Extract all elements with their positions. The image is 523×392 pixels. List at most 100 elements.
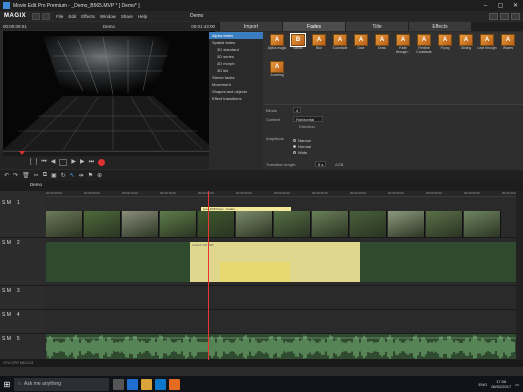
track-flags[interactable]: S M <box>2 240 11 246</box>
video-clip-thumbnail[interactable] <box>84 211 121 237</box>
fade-thumbnail[interactable]: A Fade through... <box>392 34 414 59</box>
copy-icon[interactable]: ⧉ <box>43 172 47 179</box>
scrub-marker[interactable] <box>19 151 25 155</box>
tray-clock[interactable]: 17:06 08/02/2017 <box>491 379 511 389</box>
fade-category-item[interactable]: Spatial fades <box>209 39 263 46</box>
timeline-tab[interactable]: Demo <box>30 182 42 187</box>
layout-button-1[interactable] <box>489 12 498 20</box>
menu-effects[interactable]: Effects <box>81 14 95 19</box>
fade-thumbnail[interactable]: A Colorfade <box>329 34 351 59</box>
taskbar-search[interactable]: ○ Ask me anything <box>14 377 109 391</box>
magix-app-icon[interactable] <box>169 378 180 390</box>
trim-icon[interactable]: ⇹ <box>79 172 84 179</box>
store-icon[interactable] <box>155 378 166 390</box>
marker-icon[interactable]: ⚑ <box>88 172 93 179</box>
playhead[interactable] <box>208 191 209 360</box>
fade-category-item[interactable]: Movement <box>209 81 263 88</box>
video-clip-thumbnail[interactable] <box>464 211 501 237</box>
cut-icon[interactable]: ✂ <box>34 172 39 179</box>
video-clip-thumbnail[interactable] <box>426 211 463 237</box>
fade-thumbnail[interactable]: A Gliding <box>455 34 477 59</box>
save-project-button[interactable] <box>42 12 51 20</box>
video-clip-thumbnail[interactable] <box>122 211 159 237</box>
tab-fades[interactable]: Fades <box>283 22 345 31</box>
menu-share[interactable]: Share <box>121 14 133 19</box>
menu-window[interactable]: Window <box>100 14 116 19</box>
stop-button[interactable] <box>59 158 68 166</box>
video-clip-thumbnail[interactable] <box>350 211 387 237</box>
paste-icon[interactable]: ▣ <box>51 172 57 179</box>
maximize-button[interactable]: ▢ <box>493 0 508 11</box>
fade-category-item[interactable]: 3D standard <box>209 46 263 53</box>
fade-thumbnail[interactable]: A Zooming <box>266 61 288 86</box>
menu-file[interactable]: File <box>56 14 63 19</box>
windows-start-icon[interactable]: ⊞ <box>0 376 14 392</box>
fade-category-item[interactable]: Stereo fades <box>209 74 263 81</box>
video-clip-thumbnail[interactable] <box>274 211 311 237</box>
radio-wide[interactable]: Wide <box>293 150 307 155</box>
track-flags[interactable]: S M <box>2 288 11 294</box>
fade-category-item[interactable]: Shapes and objects <box>209 88 263 95</box>
mouse-mode-icon[interactable]: ↖ <box>70 172 75 179</box>
duration-field[interactable]: 5 s <box>315 161 327 167</box>
timeline-track[interactable] <box>46 334 516 360</box>
tab-import[interactable]: Import <box>220 22 282 31</box>
track-header[interactable]: S M 2 <box>0 238 46 286</box>
audio-waveform[interactable] <box>46 334 516 360</box>
delete-icon[interactable]: 🗑 <box>22 172 30 179</box>
notifications-icon[interactable]: ▭ <box>515 382 519 387</box>
play-icon[interactable]: ▶ <box>71 158 76 166</box>
prev-frame-icon[interactable]: ◀ <box>51 158 56 166</box>
clip-selection-bar[interactable]: pres 3/68 fr/sec - Fade1 <box>201 207 291 211</box>
tray-lang[interactable]: ENG <box>479 382 488 387</box>
fade-thumbnail[interactable]: A Flying <box>434 34 456 59</box>
video-clip-thumbnail[interactable] <box>198 211 235 237</box>
close-button[interactable]: ✕ <box>508 0 523 11</box>
redo-icon[interactable]: ↷ <box>13 172 18 179</box>
timeline-track[interactable] <box>46 286 516 310</box>
video-preview[interactable] <box>3 31 215 150</box>
fade-category-item[interactable]: Effect transitions <box>209 95 263 102</box>
timeline-track[interactable] <box>46 310 516 334</box>
fade-thumbnail[interactable]: A Draw <box>371 34 393 59</box>
file-explorer-icon[interactable] <box>141 378 152 390</box>
timeline-ruler[interactable]: 00:00:00:00 00:00:05:00 00:00:10:00 00:00:1… <box>46 191 518 197</box>
timeline-track[interactable]: pres 3/68 fr/sec - Fade1 <box>46 198 516 238</box>
track-header[interactable]: S M 5 <box>0 334 46 360</box>
layout-button-3[interactable] <box>511 12 520 20</box>
undo-icon[interactable]: ↶ <box>4 172 9 179</box>
video-clip-thumbnail[interactable] <box>312 211 349 237</box>
preview-scrubber[interactable] <box>3 151 215 156</box>
fade-thumbnail[interactable]: B Blinds <box>287 33 309 59</box>
next-marker-icon[interactable]: ⏭ <box>89 158 94 166</box>
track-header[interactable]: S M 1 <box>0 198 46 238</box>
menu-edit[interactable]: Edit <box>68 14 76 19</box>
track-flags[interactable]: S M <box>2 312 11 318</box>
track-header[interactable]: S M 3 <box>0 286 46 310</box>
timeline-vertical-scrollbar[interactable] <box>516 191 523 360</box>
fade-category-item[interactable]: Alpha fades <box>209 32 263 39</box>
tab-title[interactable]: Title <box>346 22 408 31</box>
video-clip-thumbnail[interactable] <box>46 211 83 237</box>
layout-button-2[interactable] <box>500 12 509 20</box>
video-clip-thumbnail[interactable] <box>236 211 273 237</box>
track-flags[interactable]: S M <box>2 200 11 206</box>
track-flags[interactable]: S M <box>2 336 11 342</box>
fade-thumbnail[interactable]: A Alpha magic <box>266 34 288 59</box>
blinds-count-field[interactable]: 4 <box>293 107 302 113</box>
minimize-button[interactable]: – <box>478 0 493 11</box>
loop-icon[interactable]: ↻ <box>61 172 66 179</box>
mark-out-icon[interactable]: ] <box>36 158 38 166</box>
timeline-track[interactable]: Audio3 125 0dB <box>46 238 516 286</box>
mark-in-icon[interactable]: [ <box>30 158 32 166</box>
fade-category-item[interactable]: 3D series <box>209 53 263 60</box>
fade-category-item[interactable]: 3D tile <box>209 67 263 74</box>
fade-thumbnail[interactable]: A Flexible Crossfade <box>413 34 435 59</box>
edge-icon[interactable] <box>127 378 138 390</box>
menu-help[interactable]: Help <box>138 14 147 19</box>
radio-narrow[interactable]: Narrow <box>293 138 311 143</box>
fade-category-item[interactable]: 3D morph <box>209 60 263 67</box>
fade-thumbnail[interactable]: A Waves <box>497 34 519 59</box>
fade-thumbnail[interactable]: A Leaf through <box>476 34 498 59</box>
radio-normal[interactable]: Normal <box>293 144 311 149</box>
